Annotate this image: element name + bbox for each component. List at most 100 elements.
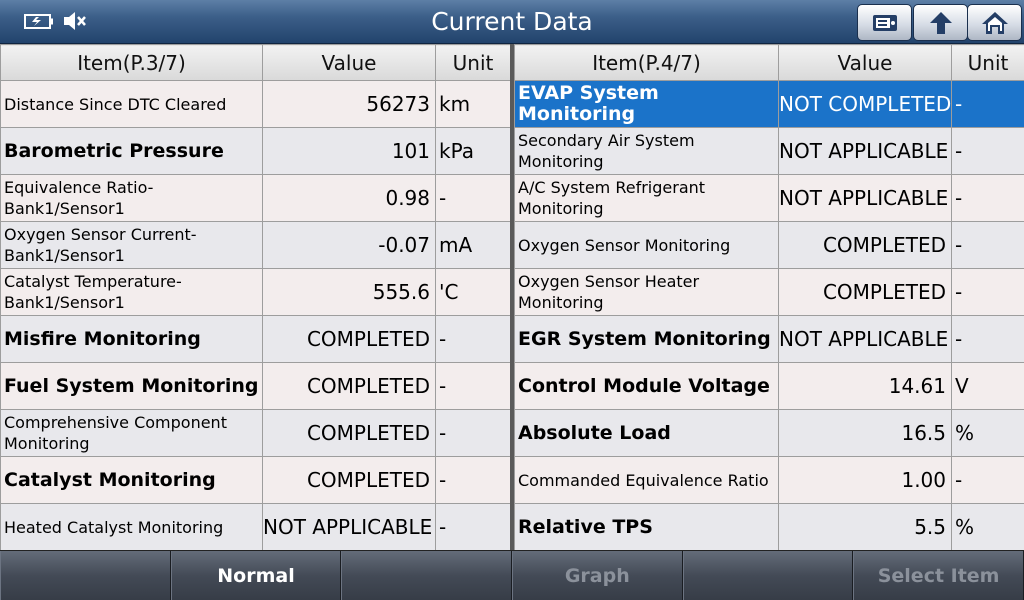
table-row[interactable]: Equivalence Ratio-Bank1/Sensor1 0.98 -: [0, 174, 511, 222]
table-header-row: Item(P.4/7) Value Unit: [514, 44, 1024, 81]
column-header-unit: Unit: [435, 44, 511, 81]
row-unit: V: [951, 362, 1024, 410]
left-data-table: Item(P.3/7) Value Unit Distance Since DT…: [0, 44, 511, 551]
row-item: Commanded Equivalence Ratio: [514, 456, 779, 504]
row-value: 101: [262, 127, 436, 175]
row-unit: -: [435, 456, 511, 504]
table-row[interactable]: Misfire Monitoring COMPLETED -: [0, 315, 511, 363]
row-item: Equivalence Ratio-Bank1/Sensor1: [0, 174, 263, 222]
table-row[interactable]: Comprehensive Component Monitoring COMPL…: [0, 409, 511, 457]
row-value: 0.98: [262, 174, 436, 222]
row-item: Oxygen Sensor Heater Monitoring: [514, 268, 779, 316]
row-value: NOT APPLICABLE: [778, 315, 952, 363]
row-item: EGR System Monitoring: [514, 315, 779, 363]
title-bar: Current Data: [0, 0, 1024, 44]
table-row[interactable]: Fuel System Monitoring COMPLETED -: [0, 362, 511, 410]
row-unit: -: [951, 315, 1024, 363]
row-value: 16.5: [778, 409, 952, 457]
row-value: NOT APPLICABLE: [778, 174, 952, 222]
table-row[interactable]: Distance Since DTC Cleared 56273 km: [0, 80, 511, 128]
row-item: Fuel System Monitoring: [0, 362, 263, 410]
column-header-unit: Unit: [951, 44, 1024, 81]
table-row[interactable]: EGR System Monitoring NOT APPLICABLE -: [514, 315, 1024, 363]
toolbar-button-empty-3[interactable]: [682, 551, 854, 600]
right-data-panel: Item(P.4/7) Value Unit EVAP System Monit…: [514, 44, 1024, 551]
row-value: 555.6: [262, 268, 436, 316]
row-value: COMPLETED: [262, 456, 436, 504]
table-row[interactable]: Absolute Load 16.5 %: [514, 409, 1024, 457]
row-unit: -: [951, 127, 1024, 175]
row-unit: %: [951, 409, 1024, 457]
table-row[interactable]: Heated Catalyst Monitoring NOT APPLICABL…: [0, 503, 511, 551]
print-icon: [872, 14, 897, 31]
table-row[interactable]: Secondary Air System Monitoring NOT APPL…: [514, 127, 1024, 175]
up-arrow-icon: [929, 11, 952, 34]
table-row[interactable]: Oxygen Sensor Current-Bank1/Sensor1 -0.0…: [0, 221, 511, 269]
row-item: Absolute Load: [514, 409, 779, 457]
table-row[interactable]: Control Module Voltage 14.61 V: [514, 362, 1024, 410]
row-item: A/C System Refrigerant Monitoring: [514, 174, 779, 222]
row-value: NOT APPLICABLE: [778, 127, 952, 175]
left-data-panel: Item(P.3/7) Value Unit Distance Since DT…: [0, 44, 511, 551]
table-row[interactable]: Catalyst Temperature-Bank1/Sensor1 555.6…: [0, 268, 511, 316]
table-row[interactable]: Commanded Equivalence Ratio 1.00 -: [514, 456, 1024, 504]
row-value: COMPLETED: [778, 221, 952, 269]
row-item: Relative TPS: [514, 503, 779, 551]
row-unit: km: [435, 80, 511, 128]
row-unit: -: [951, 456, 1024, 504]
row-value: 14.61: [778, 362, 952, 410]
table-header-row: Item(P.3/7) Value Unit: [0, 44, 511, 81]
row-item: Catalyst Temperature-Bank1/Sensor1: [0, 268, 263, 316]
row-item: Secondary Air System Monitoring: [514, 127, 779, 175]
row-value: NOT APPLICABLE: [262, 503, 436, 551]
back-button[interactable]: [913, 4, 968, 41]
row-value: 1.00: [778, 456, 952, 504]
row-value: NOT COMPLETED: [778, 80, 952, 128]
column-header-item: Item(P.4/7): [514, 44, 779, 81]
row-value: 5.5: [778, 503, 952, 551]
column-header-value: Value: [778, 44, 952, 81]
row-value: COMPLETED: [262, 362, 436, 410]
home-icon: [981, 11, 1008, 34]
table-row[interactable]: Relative TPS 5.5 %: [514, 503, 1024, 551]
row-unit: -: [951, 268, 1024, 316]
row-unit: kPa: [435, 127, 511, 175]
row-value: COMPLETED: [262, 315, 436, 363]
row-item: Distance Since DTC Cleared: [0, 80, 263, 128]
row-item: Oxygen Sensor Current-Bank1/Sensor1: [0, 221, 263, 269]
select-item-button[interactable]: Select Item: [853, 551, 1024, 600]
row-item: Misfire Monitoring: [0, 315, 263, 363]
right-data-table: Item(P.4/7) Value Unit EVAP System Monit…: [514, 44, 1024, 551]
row-unit: -: [951, 174, 1024, 222]
table-row-selected[interactable]: EVAP System Monitoring NOT COMPLETED -: [514, 80, 1024, 128]
row-item: Catalyst Monitoring: [0, 456, 263, 504]
bottom-toolbar: Normal Graph Select Item: [0, 550, 1024, 600]
table-row[interactable]: Catalyst Monitoring COMPLETED -: [0, 456, 511, 504]
row-value: COMPLETED: [778, 268, 952, 316]
row-unit: %: [951, 503, 1024, 551]
table-row[interactable]: A/C System Refrigerant Monitoring NOT AP…: [514, 174, 1024, 222]
column-header-value: Value: [262, 44, 436, 81]
column-header-item: Item(P.3/7): [0, 44, 263, 81]
table-row[interactable]: Oxygen Sensor Monitoring COMPLETED -: [514, 221, 1024, 269]
home-button[interactable]: [967, 4, 1022, 41]
row-unit: -: [435, 362, 511, 410]
row-item: EVAP System Monitoring: [514, 80, 779, 128]
row-item: Barometric Pressure: [0, 127, 263, 175]
toolbar-button-empty-2[interactable]: [341, 551, 512, 600]
row-item: Comprehensive Component Monitoring: [0, 409, 263, 457]
row-unit: -: [435, 503, 511, 551]
row-item: Heated Catalyst Monitoring: [0, 503, 263, 551]
row-value: -0.07: [262, 221, 436, 269]
row-value: COMPLETED: [262, 409, 436, 457]
normal-button[interactable]: Normal: [170, 551, 342, 600]
row-unit: -: [951, 80, 1024, 128]
table-row[interactable]: Barometric Pressure 101 kPa: [0, 127, 511, 175]
graph-button[interactable]: Graph: [511, 551, 683, 600]
row-unit: -: [435, 409, 511, 457]
print-button[interactable]: [857, 4, 912, 41]
row-value: 56273: [262, 80, 436, 128]
toolbar-button-empty-1[interactable]: [0, 551, 171, 600]
row-unit: -: [435, 174, 511, 222]
table-row[interactable]: Oxygen Sensor Heater Monitoring COMPLETE…: [514, 268, 1024, 316]
